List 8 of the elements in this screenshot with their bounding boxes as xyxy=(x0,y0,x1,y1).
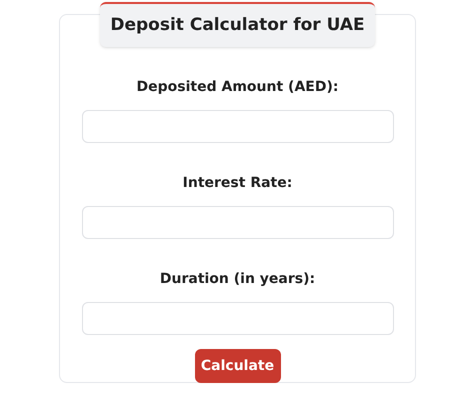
input-field[interactable] xyxy=(82,302,394,335)
field-label: Deposited Amount (AED): xyxy=(136,78,338,97)
field-label: Duration (in years): xyxy=(160,270,316,289)
calculator-title: Deposit Calculator for UAE xyxy=(100,2,375,47)
field-label: Interest Rate: xyxy=(182,174,292,193)
calculate-button[interactable]: Calculate xyxy=(194,349,280,383)
input-field[interactable] xyxy=(82,110,394,143)
input-field[interactable] xyxy=(82,206,394,239)
